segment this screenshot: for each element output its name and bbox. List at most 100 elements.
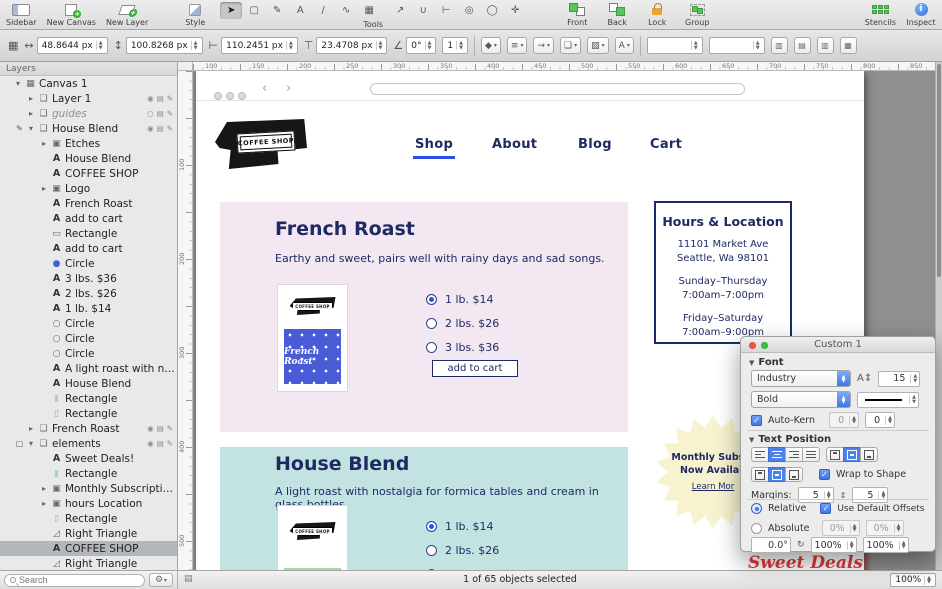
shape-tool[interactable]: ▢: [243, 2, 265, 19]
nav-item-blog[interactable]: Blog: [578, 137, 612, 152]
arrowheads-dropdown[interactable]: → ▾: [533, 37, 555, 54]
font-section-header[interactable]: ▼ Font: [749, 357, 784, 368]
layer-row[interactable]: Aadd to cart: [0, 211, 177, 226]
layer-row[interactable]: ▸ ❑ French Roast ◉ ▤ ✎: [0, 421, 177, 436]
width-field[interactable]: ⊢ 110.2451 px ▲ ▼: [209, 37, 298, 54]
house-blend-section[interactable]: House Blend A light roast with nostalgia…: [220, 447, 628, 570]
disclosure-triangle[interactable]: ▾: [27, 124, 35, 133]
visibility-icon[interactable]: ◉: [147, 94, 154, 103]
pen-tool[interactable]: ✎: [266, 2, 288, 19]
radio-selected[interactable]: [426, 520, 437, 532]
layer-row[interactable]: ● Circle: [0, 256, 177, 271]
font-family-dropdown[interactable]: Industry ▲ ▼: [751, 370, 851, 387]
disclosure-triangle[interactable]: ▸: [40, 184, 48, 193]
layer-row[interactable]: Aadd to cart: [0, 241, 177, 256]
align-center-segment[interactable]: [768, 447, 786, 462]
valign-bottom-segment[interactable]: [860, 447, 878, 462]
stroke-width-stepper[interactable]: ▲ ▼: [690, 41, 700, 50]
select-tool[interactable]: ➤: [220, 2, 243, 19]
layer-row[interactable]: ▸ ❑ Layer 1 ◉ ▤ ✎: [0, 91, 177, 106]
layer-row[interactable]: ▸ ▣ Etches: [0, 136, 177, 151]
disclosure-triangle[interactable]: ▼: [749, 359, 754, 367]
zoom-stepper[interactable]: ▲ ▼: [924, 575, 933, 585]
stroke-swatch-control[interactable]: ▲ ▼: [857, 391, 919, 408]
product-option[interactable]: 1 lb. $14: [426, 292, 494, 306]
nav-item-about[interactable]: About: [492, 137, 537, 152]
layer-row[interactable]: ○ Circle: [0, 316, 177, 331]
zoom-button[interactable]: [761, 341, 768, 349]
shadow-dropdown[interactable]: ❏ ▾: [560, 37, 582, 54]
y-position-field[interactable]: ↕ 100.8268 px ▲ ▼: [114, 37, 203, 54]
scale-stepper[interactable]: ▲ ▼: [456, 41, 465, 50]
layer-row[interactable]: A 1 lb. $14: [0, 301, 177, 316]
inspect-button[interactable]: i Inspect: [906, 2, 936, 27]
layer-row[interactable]: ◿ Right Triangle: [0, 556, 177, 570]
flow-top-segment[interactable]: [751, 467, 769, 482]
x-position-field[interactable]: ↔ 48.8644 px ▲ ▼: [24, 37, 108, 54]
new-canvas-button[interactable]: + New Canvas: [47, 2, 96, 27]
scale-field[interactable]: 1 ▲ ▼: [442, 37, 468, 54]
kern-field-2[interactable]: 0 ▲ ▼: [865, 412, 896, 428]
stroke-stepper[interactable]: ▲ ▼: [909, 395, 918, 404]
send-back-button[interactable]: Back: [602, 2, 632, 27]
print-icon[interactable]: ▤: [157, 439, 164, 448]
radio-unselected[interactable]: [426, 317, 437, 329]
layer-row[interactable]: ▮ Rectangle: [0, 466, 177, 481]
wrap-to-shape-checkbox[interactable]: ✓: [819, 469, 830, 480]
distribute-button[interactable]: ▦: [839, 37, 857, 54]
layer-row[interactable]: ○ Circle: [0, 331, 177, 346]
line-tool[interactable]: ∕: [312, 2, 334, 19]
use-default-offsets-checkbox[interactable]: ✓: [820, 503, 832, 514]
product-option[interactable]: 3 lbs. $36: [426, 340, 499, 354]
print-icon[interactable]: ▤: [157, 109, 164, 118]
freehand-tool[interactable]: ∿: [335, 2, 357, 19]
auto-kern-checkbox[interactable]: ✓: [751, 414, 762, 426]
x-stepper[interactable]: ▲ ▼: [95, 41, 105, 50]
print-icon[interactable]: ▤: [157, 94, 164, 103]
angle-field[interactable]: ∠ 0° ▲ ▼: [393, 37, 437, 54]
radio-unselected[interactable]: [426, 544, 437, 556]
align-center-button[interactable]: ▤: [793, 37, 811, 54]
layer-row[interactable]: ▸ ❑ guides ○ ▤ ✎: [0, 106, 177, 121]
layer-row[interactable]: ▸ ▣ Logo: [0, 181, 177, 196]
kern-field-1[interactable]: 0 ▲ ▼: [829, 412, 860, 428]
sweet-deals-text[interactable]: Sweet Deals!: [748, 553, 870, 570]
height-stepper[interactable]: ▲ ▼: [375, 41, 385, 50]
connector-tool[interactable]: ↗: [389, 2, 411, 19]
scale-x-field[interactable]: 100% ▲ ▼: [810, 537, 857, 553]
layer-row[interactable]: A COFFEE SHOP: [0, 166, 177, 181]
print-icon[interactable]: ▤: [157, 124, 164, 133]
radio-unselected[interactable]: [426, 341, 437, 353]
vertical-scrollbar[interactable]: [935, 62, 942, 570]
layer-row[interactable]: A 2 lbs. $26: [0, 286, 177, 301]
visibility-icon[interactable]: ◉: [147, 124, 154, 133]
nav-item-cart[interactable]: Cart: [650, 137, 682, 152]
disclosure-triangle[interactable]: ▸: [27, 424, 35, 433]
disclosure-triangle[interactable]: ▼: [749, 436, 754, 444]
align-right-button[interactable]: ▥: [816, 37, 834, 54]
stroke-style-dropdown[interactable]: ≡ ▾: [506, 37, 528, 54]
zoom-control[interactable]: 100% ▲ ▼: [890, 573, 936, 587]
align-left-segment[interactable]: [751, 447, 769, 462]
angle-stepper[interactable]: ▲ ▼: [424, 41, 434, 50]
y-stepper[interactable]: ▲ ▼: [190, 41, 200, 50]
font-size-stepper[interactable]: ▲ ▼: [910, 374, 919, 383]
font-weight-dropdown[interactable]: Bold ▲ ▼: [751, 391, 851, 408]
layer-row[interactable]: A A light roast with nostalgia f...: [0, 361, 177, 376]
scale-y-field[interactable]: 100% ▲ ▼: [862, 537, 909, 553]
align-right-segment[interactable]: [785, 447, 803, 462]
layer-row[interactable]: ▯ Rectangle: [0, 511, 177, 526]
layer-row[interactable]: ○ Circle: [0, 346, 177, 361]
visibility-icon[interactable]: ◉: [147, 439, 154, 448]
inspector-titlebar[interactable]: Custom 1: [741, 337, 935, 353]
opacity-field[interactable]: ▲ ▼: [708, 37, 765, 54]
lock-icon[interactable]: ✎: [167, 94, 173, 103]
lock-button[interactable]: Lock: [642, 2, 672, 27]
width-stepper[interactable]: ▲ ▼: [285, 41, 295, 50]
absolute-x-field[interactable]: 0% ▲ ▼: [821, 520, 860, 536]
pan-tool[interactable]: ✛: [504, 2, 526, 19]
layer-row[interactable]: A House Blend: [0, 151, 177, 166]
layers-search[interactable]: [4, 573, 145, 587]
sidebar-toggle[interactable]: Sidebar: [6, 2, 37, 27]
scrollbar-thumb[interactable]: [937, 64, 941, 278]
